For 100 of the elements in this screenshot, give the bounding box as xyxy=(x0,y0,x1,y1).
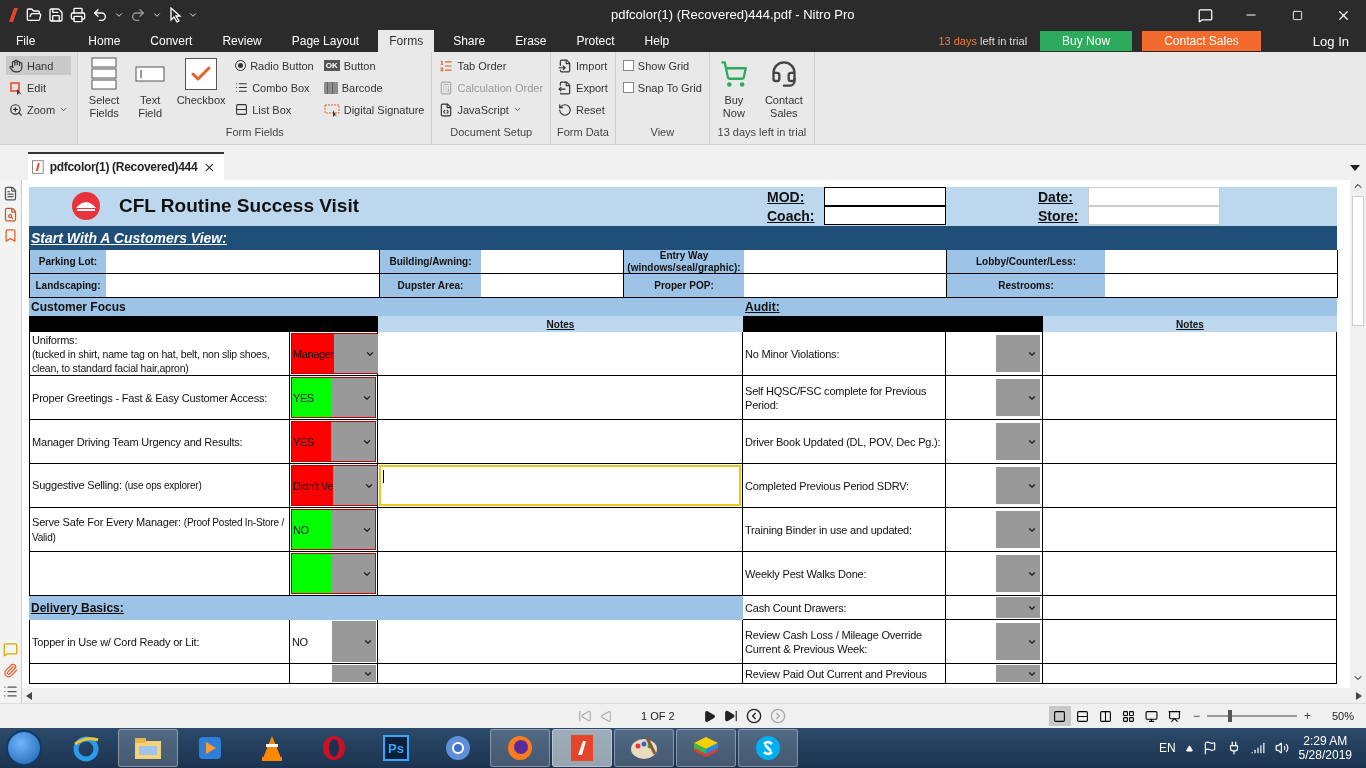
barcode-tool[interactable]: Barcode xyxy=(320,78,428,97)
print-icon[interactable] xyxy=(70,7,86,23)
list-box-tool[interactable]: List Box xyxy=(232,100,317,119)
slider-thumb[interactable] xyxy=(1228,710,1233,722)
tool-button[interactable]: Edit xyxy=(6,78,72,97)
form-data-button[interactable]: Import xyxy=(555,56,611,75)
taskbar-button[interactable] xyxy=(614,729,674,767)
section-heading: Delivery Basics: xyxy=(29,596,743,620)
caret-icon xyxy=(59,105,69,114)
input-field[interactable] xyxy=(744,250,947,274)
undo-icon[interactable] xyxy=(92,7,108,23)
caret-icon[interactable] xyxy=(152,10,162,20)
bookmark-icon[interactable] xyxy=(3,228,18,243)
dropdown[interactable]: YES xyxy=(291,377,376,418)
input-field[interactable] xyxy=(481,274,624,298)
menu-tab[interactable]: Help xyxy=(633,30,681,52)
button-tool[interactable]: OK Button xyxy=(320,56,428,75)
save-icon[interactable] xyxy=(48,7,64,23)
grid-checkbox[interactable]: Snap To Grid xyxy=(619,78,705,97)
taskbar-button[interactable] xyxy=(676,729,736,767)
form-data-button[interactable]: Reset xyxy=(555,100,611,119)
script-icon xyxy=(439,102,454,117)
document-tab[interactable]: pdfcolor(1) (Recovered)444 xyxy=(28,152,224,180)
buy-now-button[interactable]: Buy Now xyxy=(713,56,754,126)
taskbar-button[interactable] xyxy=(738,729,798,767)
redo-icon[interactable] xyxy=(130,7,146,23)
menu-tab[interactable]: Page Layout xyxy=(280,30,371,52)
menu-tab[interactable]: Share xyxy=(442,30,497,52)
menu-tab[interactable]: Review xyxy=(211,30,273,52)
form-data-button[interactable]: Export xyxy=(555,78,611,97)
restore-icon[interactable] xyxy=(1291,9,1303,21)
select-fields-button[interactable]: Select Fields xyxy=(82,56,127,126)
input-field[interactable] xyxy=(106,250,380,274)
group-label: View xyxy=(650,126,675,140)
volume-icon[interactable] xyxy=(1274,741,1289,755)
fields-icon xyxy=(91,57,118,91)
input-field[interactable] xyxy=(1105,274,1338,298)
dropdown[interactable]: YES xyxy=(291,421,376,462)
zoom-out-button[interactable]: − xyxy=(1192,709,1200,723)
dropdown[interactable] xyxy=(291,553,376,594)
open-folder-icon[interactable] xyxy=(26,7,42,23)
attachment-icon[interactable] xyxy=(3,663,18,678)
input-field[interactable] xyxy=(824,187,946,206)
zoom-in-button[interactable]: + xyxy=(1303,709,1311,723)
edit-icon xyxy=(9,80,23,95)
input-field[interactable] xyxy=(1105,250,1338,274)
tool-button[interactable]: Hand xyxy=(6,56,72,75)
contact-sales-button[interactable]: Contact Sales xyxy=(757,56,810,126)
menu-tab[interactable]: Protect xyxy=(565,30,626,52)
caret-icon[interactable] xyxy=(114,10,124,20)
login-link[interactable]: Log In xyxy=(1312,33,1349,49)
input-field[interactable] xyxy=(481,250,624,274)
scroll-right-icon[interactable] xyxy=(1356,691,1362,700)
field-label: Store: xyxy=(1038,207,1080,224)
taskbar-button[interactable]: Ps xyxy=(366,729,426,767)
dropdown[interactable]: Didn't Ve xyxy=(291,465,379,506)
signal-icon[interactable] xyxy=(1250,741,1265,755)
field-label: Lobby/Counter/Less: xyxy=(947,250,1105,274)
checkbox-button[interactable]: Checkbox xyxy=(174,56,229,126)
language-indicator[interactable]: EN xyxy=(1158,741,1176,755)
scroll-left-icon[interactable] xyxy=(26,691,32,700)
caret-icon[interactable] xyxy=(188,10,198,20)
scrollbar-thumb[interactable] xyxy=(1352,196,1364,326)
grid-icon xyxy=(1122,709,1136,723)
notes-field[interactable] xyxy=(379,465,741,506)
grid-checkbox[interactable]: Show Grid xyxy=(619,56,705,75)
column-heading: Notes xyxy=(1043,316,1337,332)
menu-tab[interactable]: Home xyxy=(77,30,132,52)
start-button[interactable] xyxy=(6,730,42,766)
menu-tab[interactable]: File xyxy=(16,30,36,52)
field-label: Parking Lot: xyxy=(30,250,106,274)
field-label: Coach: xyxy=(767,207,816,224)
back-icon[interactable] xyxy=(745,708,762,724)
dropdown[interactable]: NO xyxy=(291,509,376,550)
last-page-icon[interactable] xyxy=(723,709,738,723)
document-search-icon[interactable] xyxy=(3,207,18,222)
input-field[interactable] xyxy=(106,274,380,298)
radio-button-tool[interactable]: Radio Button xyxy=(232,56,317,75)
pages-icon[interactable] xyxy=(3,186,18,201)
menu-tab[interactable]: Erase xyxy=(504,30,558,52)
digital-signature-tool[interactable]: Digital Signature xyxy=(320,100,428,119)
next-page-icon[interactable] xyxy=(702,709,716,723)
tray-expand-icon[interactable] xyxy=(1185,744,1193,752)
input-field[interactable] xyxy=(824,206,946,225)
document-setup-button[interactable]: Tab Order xyxy=(436,56,547,75)
taskbar-button[interactable] xyxy=(118,729,178,767)
barcode-icon xyxy=(323,80,338,95)
menu-tab[interactable]: Convert xyxy=(139,30,204,52)
input-field[interactable] xyxy=(744,274,947,298)
tool-button[interactable]: Zoom xyxy=(6,100,72,119)
flag-icon[interactable] xyxy=(1202,741,1217,755)
document-setup-button[interactable]: JavaScript xyxy=(436,100,547,119)
list-icon[interactable] xyxy=(3,684,18,699)
cursor-icon[interactable] xyxy=(168,7,182,23)
text-field-button[interactable]: Text Field xyxy=(130,56,171,126)
dropdown[interactable]: Manager xyxy=(291,333,379,374)
view-mode-button[interactable] xyxy=(1048,706,1071,726)
folder-icon xyxy=(133,735,163,761)
combo-box-tool[interactable]: Combo Box xyxy=(232,78,317,97)
menu-tab[interactable]: Forms xyxy=(378,30,435,52)
